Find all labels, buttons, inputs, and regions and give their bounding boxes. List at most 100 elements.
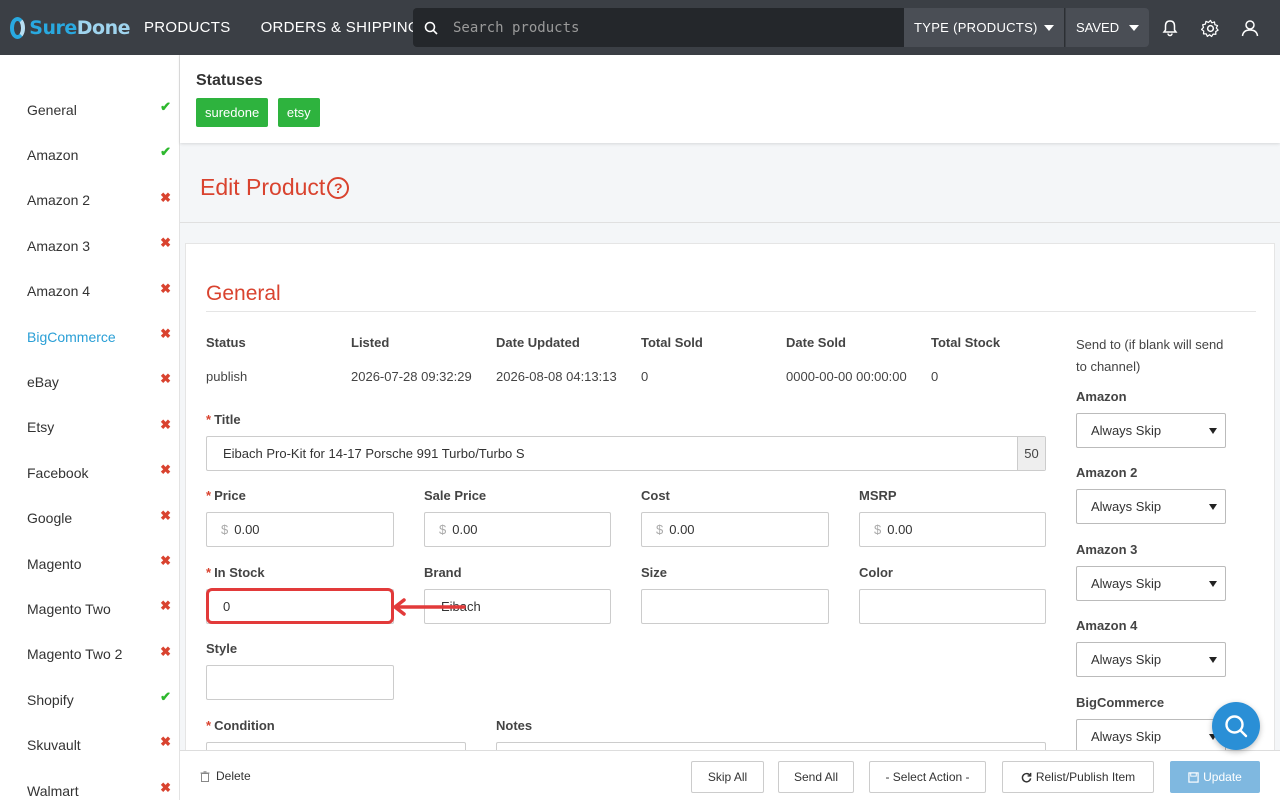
- title-input[interactable]: [207, 437, 1045, 470]
- meta-header-date-updated: Date Updated: [496, 335, 580, 350]
- title-char-counter: 50: [1017, 437, 1045, 470]
- saved-dropdown[interactable]: SAVED: [1066, 8, 1149, 47]
- search-icon[interactable]: [417, 21, 445, 35]
- sidebar-item-label: BigCommerce: [27, 328, 116, 345]
- meta-value-listed: 2026-07-28 09:32:29: [351, 369, 472, 384]
- cost-input[interactable]: [663, 513, 828, 546]
- msrp-label: MSRP: [859, 488, 897, 503]
- sidebar-item-amazon-3[interactable]: Amazon 3 ✖: [0, 223, 179, 268]
- nav-products[interactable]: PRODUCTS: [144, 19, 231, 36]
- bell-icon[interactable]: [1159, 17, 1181, 39]
- sidebar-item-ebay[interactable]: eBay ✖: [0, 359, 179, 404]
- section-title-general: General: [206, 282, 281, 305]
- dollar-icon: $: [656, 522, 664, 537]
- dollar-icon: $: [221, 522, 229, 537]
- channel-send-select-amazon-2[interactable]: Always Skip: [1076, 489, 1226, 525]
- sidebar-item-bigcommerce[interactable]: BigCommerce ✖: [0, 314, 179, 359]
- channel-sidebar: General ✔ Amazon ✔ Amazon 2 ✖ Amazon 3 ✖ Amazon …: [0, 55, 180, 800]
- notes-label: Notes: [496, 718, 533, 733]
- price-field: $: [206, 512, 394, 547]
- brand-label: Brand: [424, 565, 462, 580]
- sidebar-item-etsy[interactable]: Etsy ✖: [0, 405, 179, 450]
- meta-value-date-sold: 0000-00-00 00:00:00: [786, 369, 907, 384]
- sidebar-item-walmart[interactable]: Walmart ✖: [0, 768, 179, 800]
- cross-icon: ✖: [160, 598, 171, 614]
- dollar-icon: $: [874, 522, 882, 537]
- cross-icon: ✖: [160, 416, 171, 432]
- sidebar-item-label: Amazon 2: [27, 192, 91, 209]
- trash-icon: [200, 770, 210, 782]
- channel-label-amazon-4: Amazon 4: [1076, 618, 1138, 634]
- cross-icon: ✖: [160, 552, 171, 568]
- msrp-field: $: [859, 512, 1046, 547]
- select-arrow-icon: [1209, 657, 1217, 664]
- sidebar-item-skuvault[interactable]: Skuvault ✖: [0, 722, 179, 767]
- color-input[interactable]: [860, 590, 1045, 623]
- sidebar-item-shopify[interactable]: Shopify ✔: [0, 677, 179, 722]
- user-icon[interactable]: [1239, 17, 1261, 39]
- type-dropdown[interactable]: TYPE (PRODUCTS): [904, 8, 1065, 47]
- update-button[interactable]: Update: [1170, 761, 1260, 793]
- sidebar-item-magento[interactable]: Magento ✖: [0, 541, 179, 586]
- sidebar-item-amazon-2[interactable]: Amazon 2 ✖: [0, 178, 179, 223]
- sidebar-item-label: Amazon: [27, 147, 79, 164]
- logo-icon: [10, 16, 26, 39]
- meta-header-listed: Listed: [351, 335, 390, 350]
- send-to-note: Send to (if blank will send to channel): [1076, 337, 1224, 374]
- channel-send-select-amazon-4[interactable]: Always Skip: [1076, 642, 1226, 678]
- sidebar-item-label: Etsy: [27, 419, 55, 436]
- color-label: Color: [859, 565, 893, 580]
- meta-header-total-stock: Total Stock: [931, 335, 1001, 350]
- sidebar-item-amazon[interactable]: Amazon ✔: [0, 132, 179, 177]
- suredone-logo[interactable]: SureDone: [10, 16, 131, 39]
- delete-button[interactable]: Delete: [200, 769, 251, 783]
- channel-send-select-amazon-3[interactable]: Always Skip: [1076, 565, 1226, 601]
- sidebar-item-magento-two-2[interactable]: Magento Two 2 ✖: [0, 632, 179, 677]
- cost-field: $: [641, 512, 829, 547]
- status-badge-suredone: suredone: [196, 98, 269, 127]
- statuses-panel: Statuses suredone etsy: [180, 55, 1280, 143]
- cross-icon: ✖: [160, 371, 171, 387]
- channel-send-select-bigcommerce[interactable]: Always Skip: [1076, 718, 1226, 754]
- meta-header-total-sold: Total Sold: [641, 335, 703, 350]
- sidebar-item-label: Shopify: [27, 691, 74, 708]
- channel-label-amazon: Amazon: [1076, 389, 1127, 404]
- sidebar-item-amazon-4[interactable]: Amazon 4 ✖: [0, 269, 179, 314]
- style-input[interactable]: [207, 666, 393, 699]
- nav-orders-shipping[interactable]: ORDERS & SHIPPING: [261, 19, 420, 36]
- help-icon[interactable]: ?: [327, 176, 350, 199]
- sidebar-item-google[interactable]: Google ✖: [0, 496, 179, 541]
- cross-icon: ✖: [160, 235, 171, 251]
- cross-icon: ✖: [160, 280, 171, 296]
- meta-value-date-updated: 2026-08-08 04:13:13: [496, 369, 617, 384]
- sidebar-item-general[interactable]: General ✔: [0, 87, 179, 132]
- cost-label: Cost: [641, 488, 670, 503]
- size-field: [641, 589, 829, 624]
- sidebar-item-magento-two[interactable]: Magento Two ✖: [0, 586, 179, 631]
- chat-launcher-button[interactable]: [1212, 702, 1260, 750]
- relist-publish-button[interactable]: Relist/Publish Item: [1002, 761, 1154, 793]
- skip-all-button[interactable]: Skip All: [691, 761, 764, 793]
- meta-value-status: publish: [206, 369, 248, 384]
- check-icon: ✔: [160, 689, 171, 705]
- meta-value-total-stock: 0: [931, 369, 939, 384]
- in-stock-label: * In Stock: [206, 565, 265, 580]
- sale-price-input[interactable]: [446, 513, 610, 546]
- annotation-arrow-icon: [393, 598, 466, 616]
- gear-icon[interactable]: [1199, 17, 1221, 39]
- sidebar-item-label: Magento Two 2: [27, 646, 123, 663]
- channel-send-select-amazon[interactable]: Always Skip: [1076, 413, 1226, 448]
- size-input[interactable]: [642, 590, 828, 623]
- sidebar-item-label: Amazon 4: [27, 283, 91, 300]
- sidebar-item-label: Magento Two: [27, 600, 111, 617]
- price-input[interactable]: [228, 513, 393, 546]
- sidebar-item-label: eBay: [27, 374, 59, 391]
- msrp-input[interactable]: [881, 513, 1045, 546]
- select-action-dropdown[interactable]: - Select Action -: [869, 761, 986, 793]
- meta-header-status: Status: [206, 335, 246, 350]
- sidebar-item-facebook[interactable]: Facebook ✖: [0, 450, 179, 495]
- send-all-button[interactable]: Send All: [778, 761, 854, 793]
- dollar-icon: $: [439, 522, 447, 537]
- section-divider: [206, 311, 1256, 312]
- search-input[interactable]: [453, 19, 893, 36]
